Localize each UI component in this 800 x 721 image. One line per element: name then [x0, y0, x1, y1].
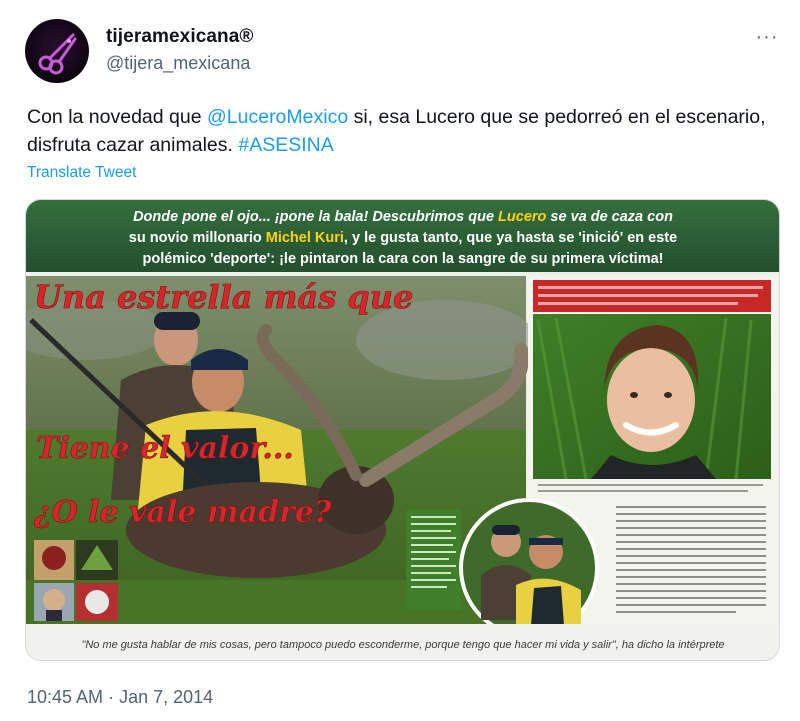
tweet-text-segment: Con la novedad que — [27, 106, 207, 128]
magazine-page-image: Donde pone el ojo... ¡pone la bala! Desc… — [26, 200, 779, 660]
inset-photo — [459, 498, 599, 638]
translate-tweet-link[interactable]: Translate Tweet — [27, 164, 136, 182]
tweet-text: Con la novedad que @LuceroMexico si, esa… — [27, 103, 787, 159]
scissors-icon — [38, 33, 77, 75]
header-line-3: polémico 'deporte': ¡le pintaron la cara… — [143, 251, 664, 267]
time-link[interactable]: 10:45 AM — [27, 687, 103, 707]
user-handle[interactable]: @tijera_mexicana — [106, 53, 250, 74]
header-line-1: Donde pone el ojo... ¡pone la bala! Desc… — [133, 209, 673, 225]
hashtag-link[interactable]: #ASESINA — [238, 134, 333, 156]
separator: · — [103, 687, 120, 707]
display-name[interactable]: tijeramexicana® — [106, 26, 254, 48]
header-line-2: su novio millonario Michel Kuri, y le gu… — [129, 230, 677, 246]
overlay-text-1: Una estrella más que — [34, 278, 413, 316]
bottom-quote: "No me gusta hablar de mis cosas, pero t… — [81, 639, 724, 651]
date-link[interactable]: Jan 7, 2014 — [119, 687, 213, 707]
inset-caption — [406, 510, 461, 610]
mention-link[interactable]: @LuceroMexico — [207, 106, 348, 128]
avatar[interactable] — [25, 19, 89, 83]
more-horizontal-icon: ··· — [755, 25, 779, 48]
overlay-text-2: Tiene el valor... — [36, 431, 294, 466]
tweet-image[interactable]: Donde pone el ojo... ¡pone la bala! Desc… — [25, 199, 780, 661]
more-options-button[interactable]: ··· — [752, 22, 782, 52]
tweet-timestamp: 10:45 AM · Jan 7, 2014 — [27, 687, 213, 708]
overlay-text-3: ¿O le vale madre? — [33, 495, 332, 530]
